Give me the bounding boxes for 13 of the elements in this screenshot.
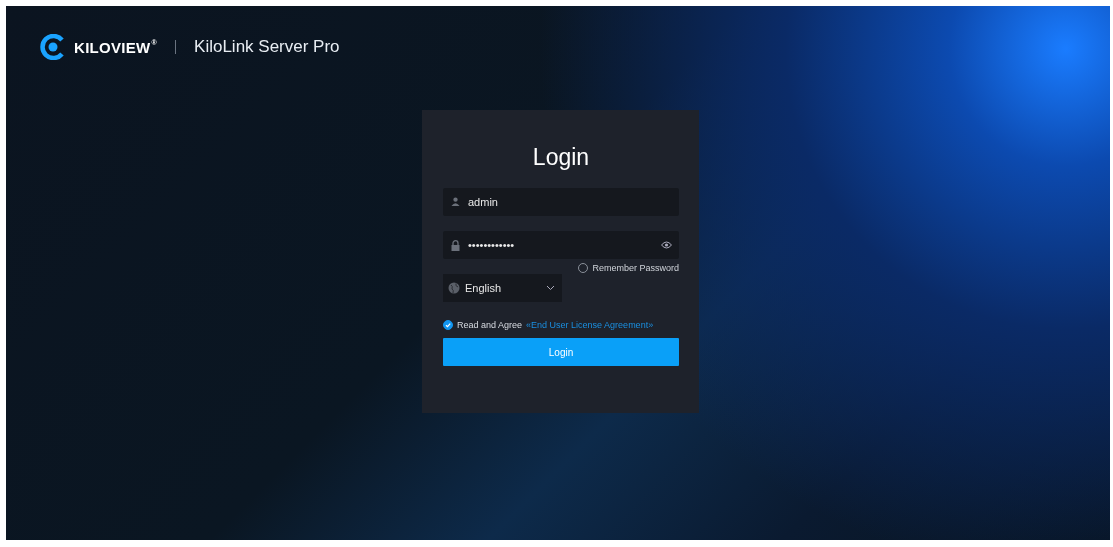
license-agreement-link[interactable]: «End User License Agreement» (526, 320, 654, 330)
username-field[interactable]: admin (443, 188, 679, 216)
password-field[interactable]: •••••••••••• (443, 231, 679, 259)
language-select[interactable]: English (443, 274, 562, 302)
eye-icon[interactable] (661, 241, 672, 249)
agree-checkbox[interactable] (443, 320, 453, 330)
chevron-down-icon (546, 285, 555, 291)
globe-icon (448, 282, 460, 294)
product-name: KiloLink Server Pro (194, 37, 340, 57)
agree-label: Read and Agree (457, 320, 523, 330)
logo-icon (40, 34, 66, 60)
remember-password-option[interactable]: Remember Password (578, 263, 679, 273)
login-title: Login (531, 144, 591, 171)
